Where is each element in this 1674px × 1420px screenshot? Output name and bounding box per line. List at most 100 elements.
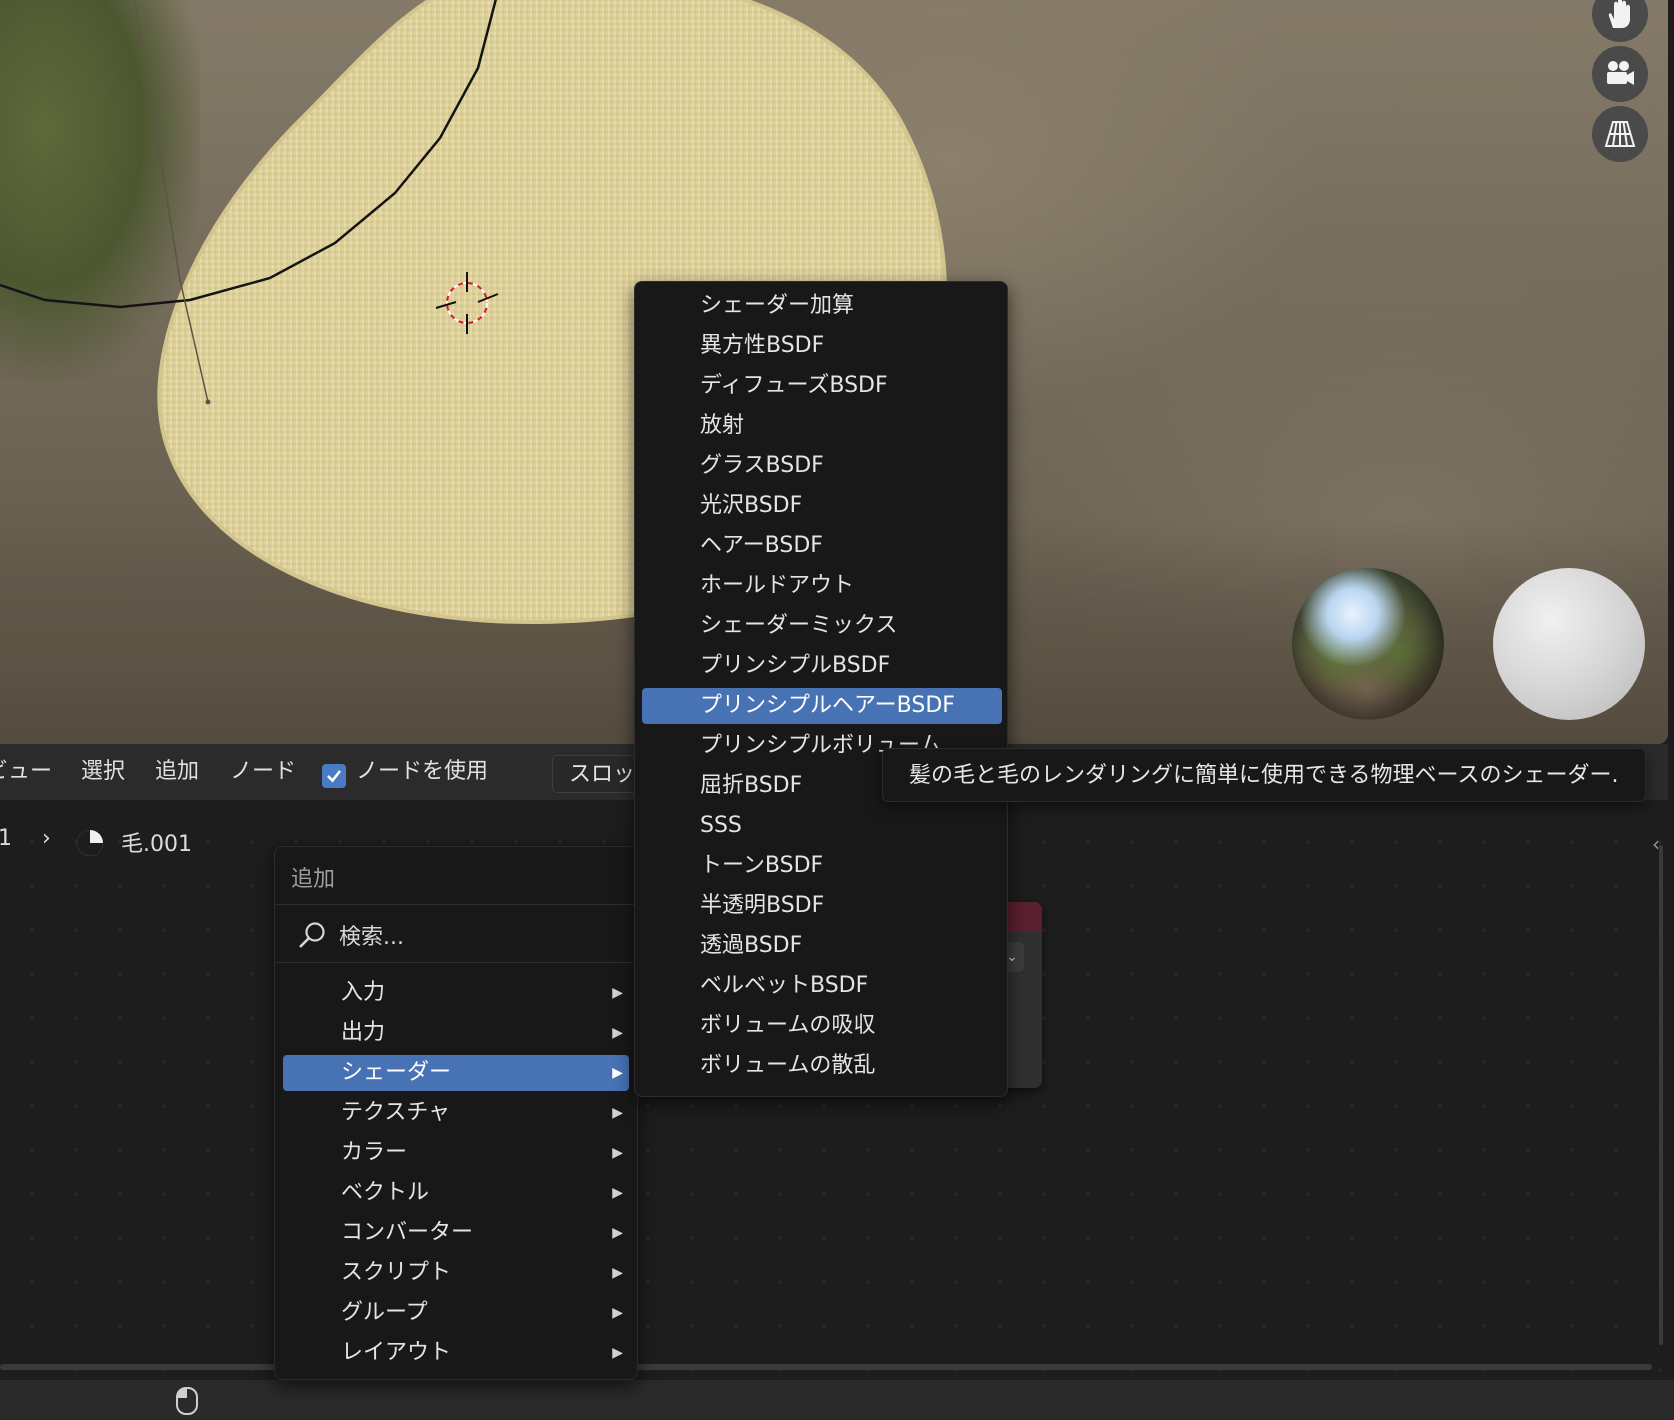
shader-menu-item[interactable]: シェーダー加算	[642, 288, 1002, 324]
shader-menu-item-label: 放射	[700, 413, 745, 438]
add-menu-button[interactable]: 追加	[155, 744, 199, 800]
select-menu[interactable]: 選択	[81, 744, 125, 800]
add-menu-item[interactable]: グループ ▶	[283, 1295, 629, 1331]
add-menu-item[interactable]: スクリプト ▶	[283, 1255, 629, 1291]
shader-menu-item-label: グラスBSDF	[700, 453, 824, 478]
add-search-field[interactable]: 検索...	[297, 915, 404, 955]
shader-menu-item[interactable]: 透過BSDF	[642, 928, 1002, 964]
shader-menu-item[interactable]: ヘアーBSDF	[642, 528, 1002, 564]
perspective-toggle-button[interactable]	[1592, 106, 1648, 162]
add-menu-item[interactable]: テクスチャ ▶	[283, 1095, 629, 1131]
vertical-scrollbar[interactable]	[1659, 845, 1663, 1345]
menu-divider	[275, 904, 637, 905]
shader-menu-item-label: シェーダー加算	[700, 293, 855, 318]
shader-menu-item-label: 異方性BSDF	[700, 333, 825, 358]
add-menu-item-label: 出力	[341, 1020, 386, 1045]
hand-icon	[1608, 0, 1630, 28]
shader-menu-item-label: SSS	[700, 813, 742, 838]
node-menu[interactable]: ノード	[230, 744, 296, 800]
shader-menu-item-label: プリンシプルヘアーBSDF	[700, 693, 955, 718]
material-icon	[77, 830, 103, 856]
shader-menu-item-label: トーンBSDF	[700, 853, 824, 878]
view-menu[interactable]: ビュー	[0, 744, 52, 800]
triangle-right-icon: ▶	[612, 985, 623, 1001]
tooltip: 髪の毛と毛のレンダリングに簡単に使用できる物理ベースのシェーダー.	[882, 748, 1646, 802]
shader-menu-item[interactable]: トーンBSDF	[642, 848, 1002, 884]
shader-menu-item[interactable]: プリンシプルBSDF	[642, 648, 1002, 684]
hdri-preview-sphere	[1292, 568, 1444, 720]
shader-menu-item-label: シェーダーミックス	[700, 613, 898, 638]
shader-menu-item[interactable]: 異方性BSDF	[642, 328, 1002, 364]
triangle-right-icon: ▶	[612, 1225, 623, 1241]
shader-menu-item-label: 光沢BSDF	[700, 493, 803, 518]
matte-preview-sphere	[1493, 568, 1645, 720]
triangle-right-icon: ▶	[612, 1105, 623, 1121]
triangle-right-icon: ▶	[612, 1025, 623, 1041]
status-bar	[0, 1380, 1674, 1420]
add-menu-item-label: グループ	[341, 1300, 428, 1325]
perspective-grid-icon	[1604, 121, 1636, 147]
shader-menu-item[interactable]: SSS	[642, 808, 1002, 844]
shader-menu-item-label: 屈折BSDF	[700, 773, 803, 798]
add-menu-item-label: レイアウト	[341, 1340, 452, 1365]
shader-menu-item-label: ディフューズBSDF	[700, 373, 888, 398]
add-menu-item-label: 入力	[341, 980, 386, 1005]
shader-menu-item[interactable]: 光沢BSDF	[642, 488, 1002, 524]
shader-menu-item-label: ベルベットBSDF	[700, 973, 869, 998]
shader-menu-item[interactable]: ディフューズBSDF	[642, 368, 1002, 404]
breadcrumb-separator: ›	[42, 826, 51, 851]
search-icon	[299, 922, 325, 948]
add-menu-item-label: スクリプト	[341, 1260, 452, 1285]
add-menu-item[interactable]: 出力 ▶	[283, 1015, 629, 1051]
add-menu-item[interactable]: ベクトル ▶	[283, 1175, 629, 1211]
triangle-right-icon: ▶	[612, 1065, 623, 1081]
shader-menu-item[interactable]: グラスBSDF	[642, 448, 1002, 484]
shader-menu-item[interactable]: ボリュームの散乱	[642, 1048, 1002, 1084]
shader-menu-item-label: ボリュームの散乱	[700, 1053, 876, 1078]
shader-menu-item-label: ボリュームの吸収	[700, 1013, 876, 1038]
triangle-right-icon: ▶	[612, 1265, 623, 1281]
shader-menu-item-label: ホールドアウト	[700, 573, 855, 598]
add-menu-item-label: カラー	[341, 1140, 408, 1165]
triangle-right-icon: ▶	[612, 1185, 623, 1201]
add-menu-item[interactable]: シェーダー ▶	[283, 1055, 629, 1091]
shader-menu-item-label: プリンシプルBSDF	[700, 653, 891, 678]
material-name[interactable]: 毛.001	[121, 826, 192, 858]
shader-menu-item[interactable]: 放射	[642, 408, 1002, 444]
add-menu-title: 追加	[291, 867, 336, 892]
shader-submenu: シェーダー加算 異方性BSDF ディフューズBSDF 放射グラスBSDF 光沢BSDF ヘ…	[634, 281, 1008, 1097]
camera-view-button[interactable]	[1592, 46, 1648, 102]
shader-menu-item[interactable]: 半透明BSDF	[642, 888, 1002, 924]
checkmark-icon	[327, 770, 342, 783]
shader-menu-item-label: ヘアーBSDF	[700, 533, 823, 558]
shader-menu-item-label: 透過BSDF	[700, 933, 803, 958]
triangle-right-icon: ▶	[612, 1145, 623, 1161]
add-menu-item-label: ベクトル	[341, 1180, 430, 1205]
shader-menu-item[interactable]: ボリュームの吸収	[642, 1008, 1002, 1044]
add-menu-item[interactable]: レイアウト ▶	[283, 1335, 629, 1371]
triangle-right-icon: ▶	[612, 1305, 623, 1321]
add-menu-item[interactable]: カラー ▶	[283, 1135, 629, 1171]
horizontal-scrollbar[interactable]	[0, 1364, 1652, 1370]
add-menu-item[interactable]: 入力 ▶	[283, 975, 629, 1011]
shader-menu-item-label: 半透明BSDF	[700, 893, 825, 918]
add-menu-item-label: シェーダー	[341, 1060, 452, 1085]
shader-menu-item[interactable]: ベルベットBSDF	[642, 968, 1002, 1004]
mouse-icon	[176, 1387, 198, 1415]
use-nodes-checkbox[interactable]	[322, 764, 346, 788]
shader-menu-item[interactable]: プリンシプルヘアーBSDF	[642, 688, 1002, 724]
add-menu-item[interactable]: コンバーター ▶	[283, 1215, 629, 1251]
use-nodes-label[interactable]: ノードを使用	[356, 744, 488, 800]
triangle-right-icon: ▶	[612, 1345, 623, 1361]
add-menu-item-label: テクスチャ	[341, 1100, 451, 1125]
guide-vertex	[205, 399, 211, 405]
shader-menu-item[interactable]: シェーダーミックス	[642, 608, 1002, 644]
camera-icon	[1607, 61, 1634, 85]
menu-divider	[275, 962, 637, 963]
breadcrumb-prefix: 1	[0, 826, 12, 851]
search-placeholder[interactable]: 検索...	[339, 919, 404, 951]
shader-menu-item[interactable]: ホールドアウト	[642, 568, 1002, 604]
3d-cursor-icon[interactable]	[432, 268, 502, 338]
add-menu: 追加 検索... 入力 ▶ 出力 ▶ シェーダー ▶ テクスチャ ▶ カラー ▶ ベクトル ▶ コンバー…	[274, 846, 638, 1380]
add-menu-item-label: コンバーター	[341, 1220, 474, 1245]
